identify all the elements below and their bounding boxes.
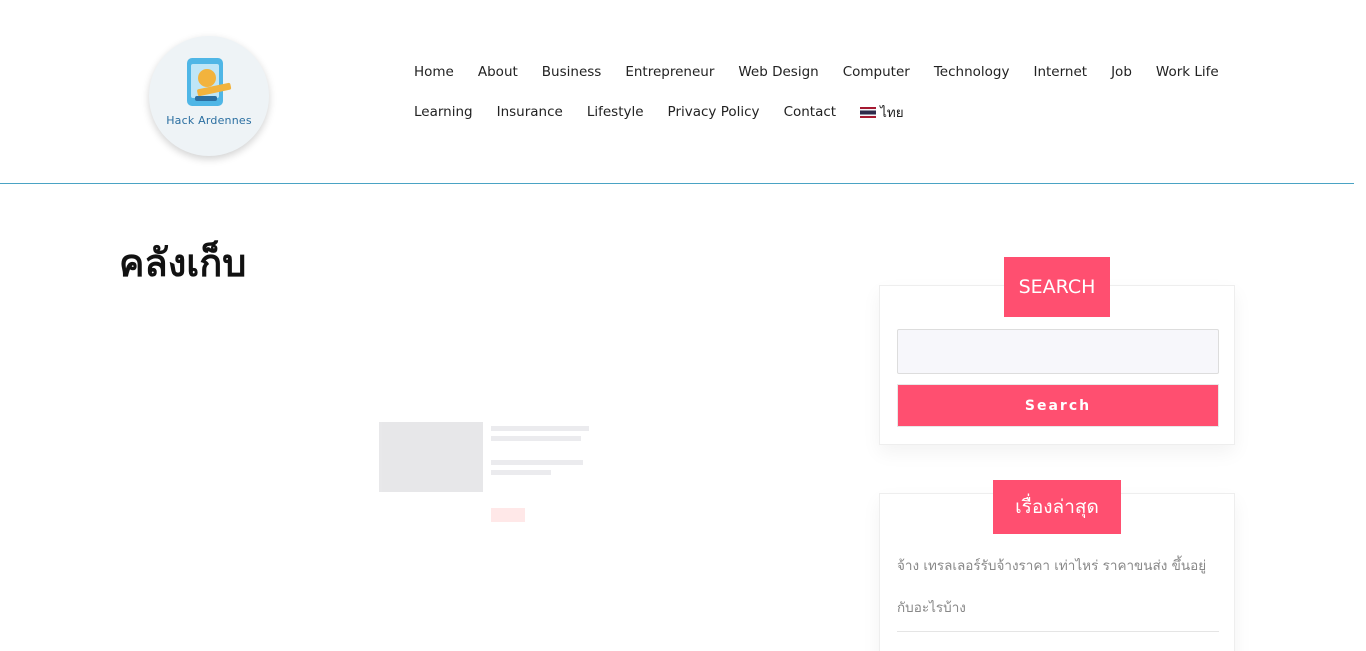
nav-item-web-design[interactable]: Web Design [738,64,818,80]
nav-item-insurance[interactable]: Insurance [497,104,563,120]
nav-item-about[interactable]: About [478,64,518,80]
post-line [491,460,583,465]
nav-item-computer[interactable]: Computer [843,64,910,80]
post-thumbnail-image [379,422,483,492]
phone-abc-icon [187,58,232,106]
post-line [491,426,589,431]
recent-posts-widget: เรื่องล่าสุด จ้าง เทรลเลอร์รับจ้างราคา เ… [879,480,1235,651]
site-logo[interactable]: Hack Ardennes [149,36,269,156]
nav-item-privacy-policy[interactable]: Privacy Policy [668,104,760,120]
recent-post-link[interactable]: จ้าง เทรลเลอร์รับจ้างราคา เท่าไหร่ ราคาข… [897,545,1219,629]
nav-item-lifestyle[interactable]: Lifestyle [587,104,644,120]
thai-flag-icon [860,107,877,118]
nav-item-home[interactable]: Home [414,64,454,80]
nav-item-job[interactable]: Job [1111,64,1132,80]
nav-item-entrepreneur[interactable]: Entrepreneur [625,64,714,80]
nav-row-2: Learning Insurance Lifestyle Privacy Policy… [414,92,1214,132]
search-widget: SEARCH Search [879,257,1235,445]
search-button[interactable]: Search [897,384,1219,427]
recent-divider [897,631,1219,632]
post-button [491,508,525,522]
site-header: Hack Ardennes Home About Business Entrepren… [0,0,1354,184]
page-title: คลังเก็บ [119,241,247,285]
post-line [491,436,581,441]
logo-text: Hack Ardennes [166,114,252,127]
faded-post-thumbnail [379,422,591,522]
main-navigation: Home About Business Entrepreneur Web Design C… [414,52,1219,132]
language-label: ไทย [880,105,904,121]
search-input[interactable] [897,329,1219,374]
nav-item-work-life[interactable]: Work Life [1156,64,1219,80]
recent-posts-title: เรื่องล่าสุด [993,480,1121,534]
nav-item-business[interactable]: Business [542,64,602,80]
nav-item-contact[interactable]: Contact [784,104,837,120]
nav-item-learning[interactable]: Learning [414,104,473,120]
nav-item-internet[interactable]: Internet [1033,64,1087,80]
nav-item-technology[interactable]: Technology [934,64,1010,80]
post-line [491,470,551,475]
search-widget-title: SEARCH [1004,257,1110,317]
nav-row-1: Home About Business Entrepreneur Web Design C… [414,52,1219,92]
nav-item-language[interactable]: ไทย [860,101,904,123]
